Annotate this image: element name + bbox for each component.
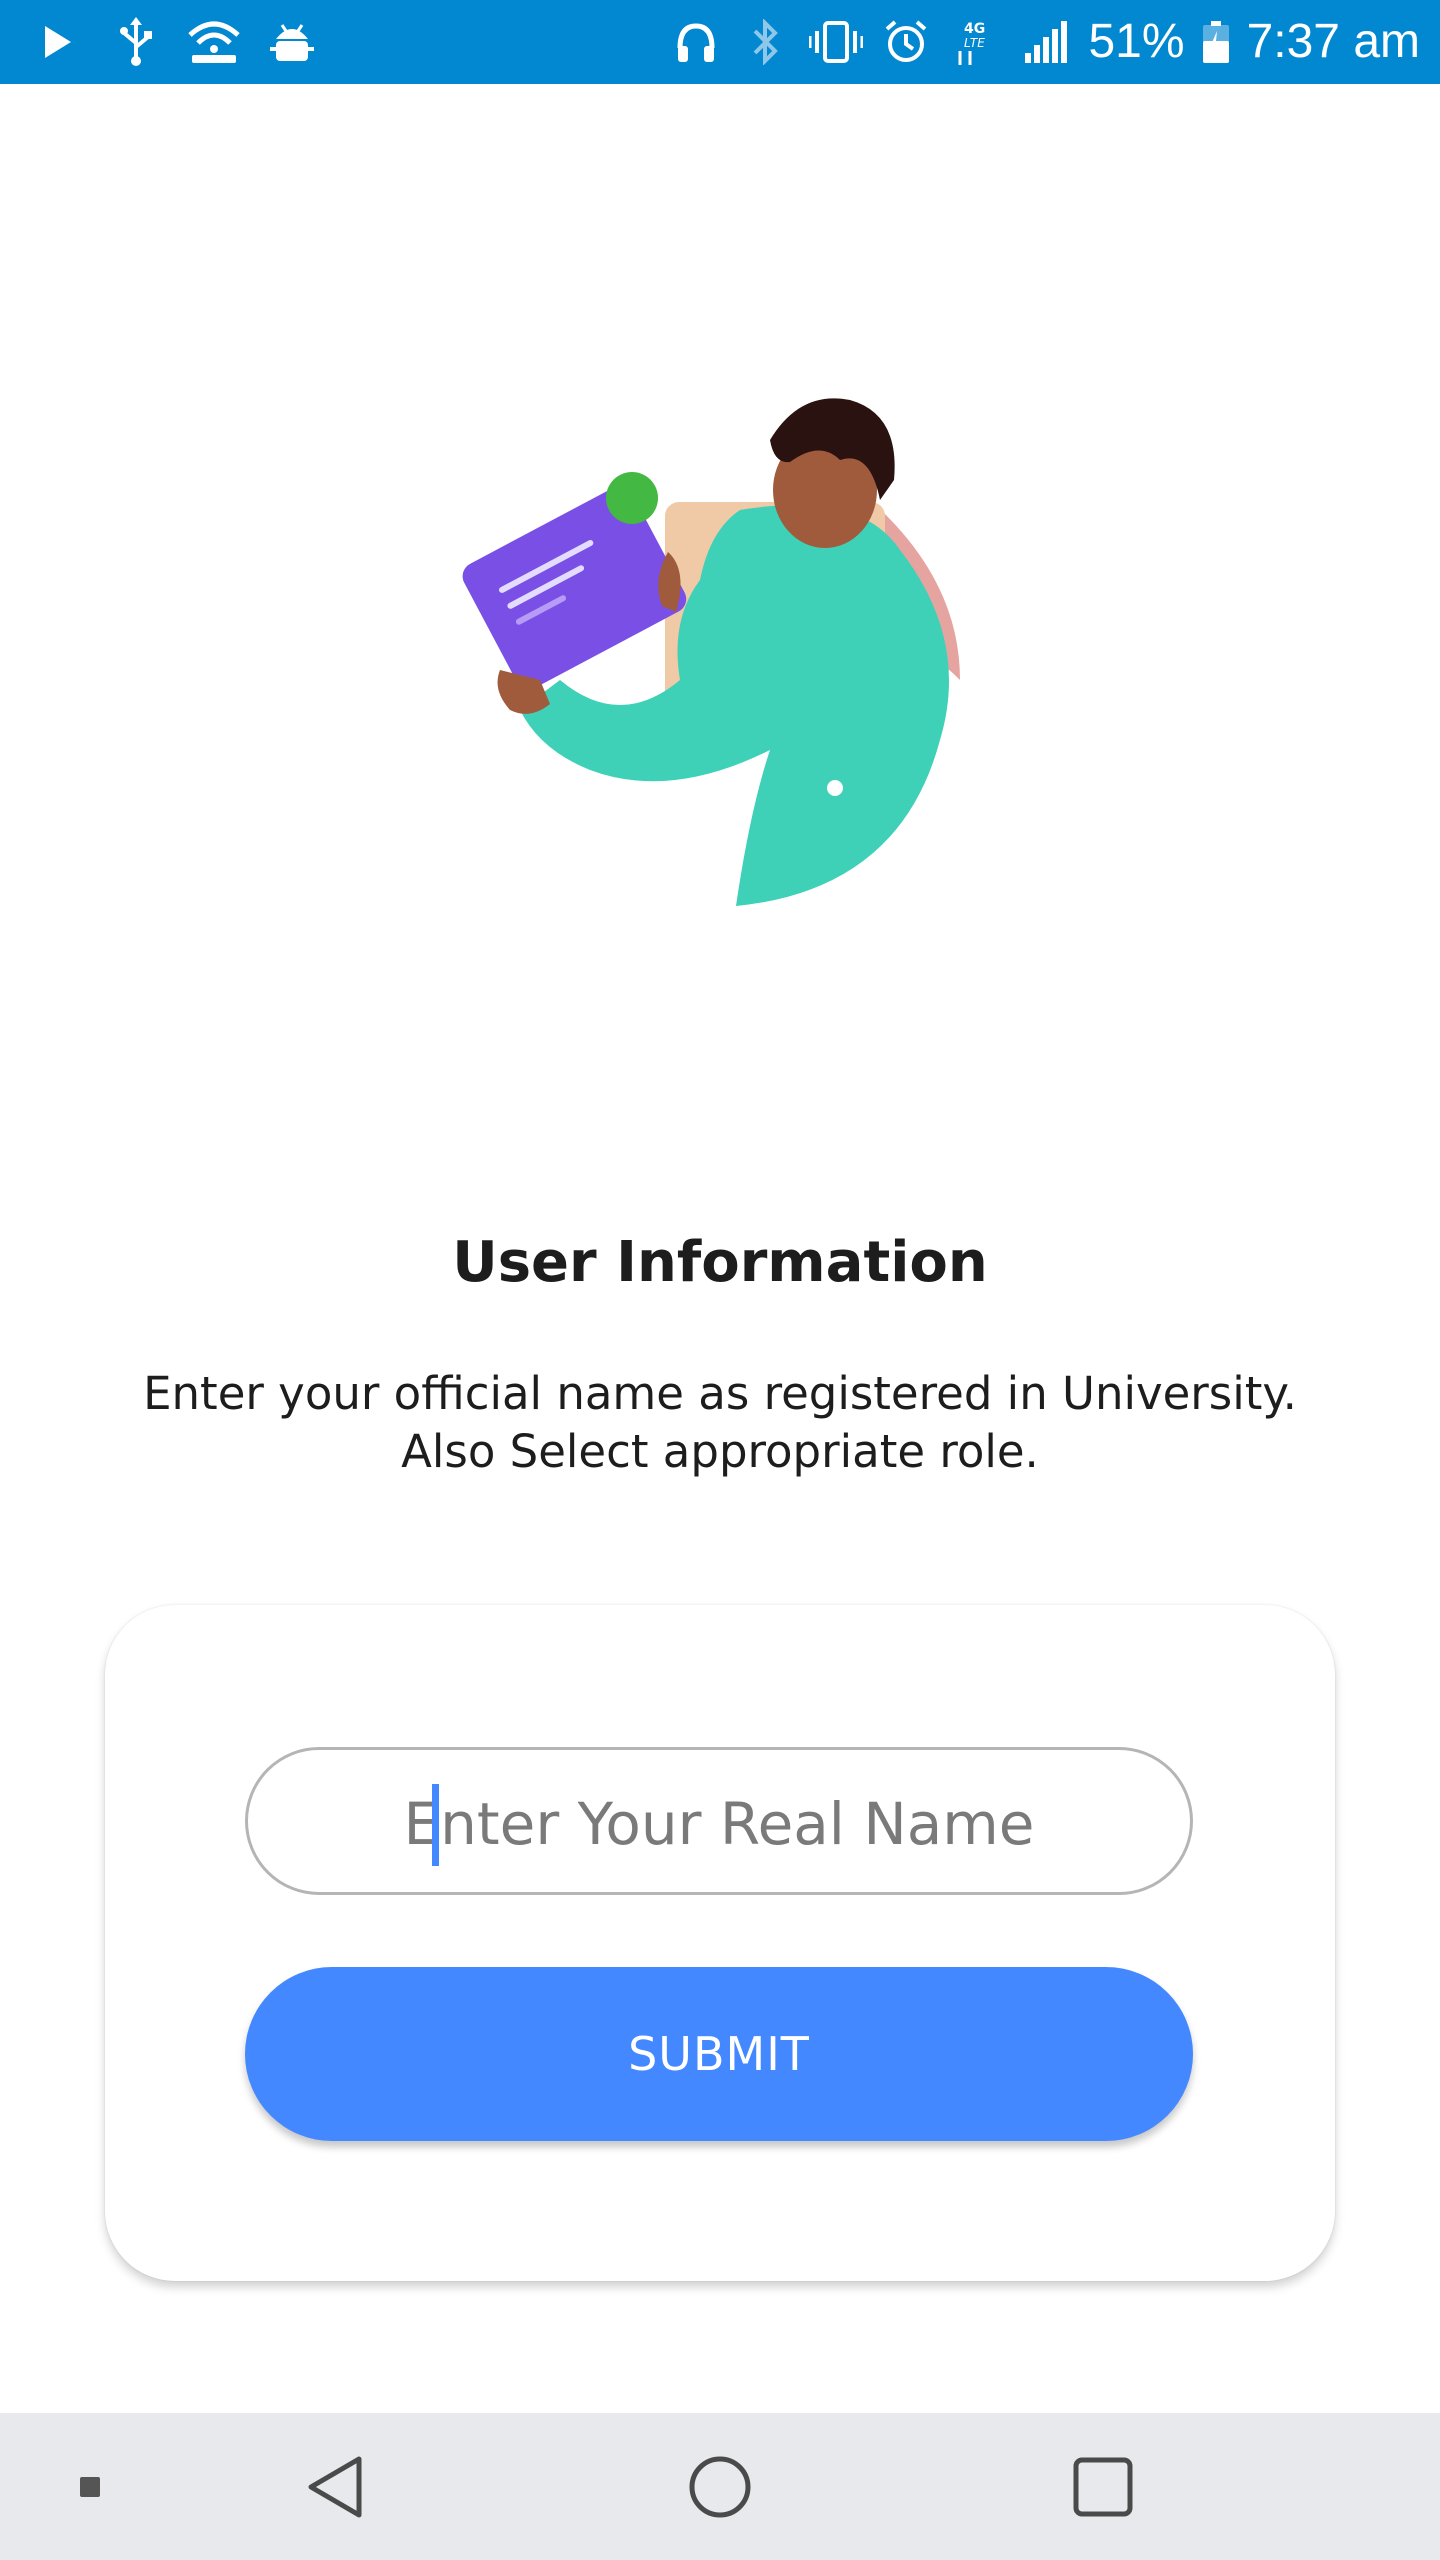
home-icon[interactable]: [675, 2413, 765, 2560]
user-info-card: Enter Your Real Name SUBMIT: [105, 1605, 1335, 2281]
submit-button[interactable]: SUBMIT: [245, 1967, 1193, 2141]
illustration-notification-dot: [606, 472, 658, 524]
page-subtitle: Enter your official name as registered i…: [140, 1365, 1300, 1481]
illustration-tablet: [462, 486, 687, 690]
status-bar: 4G LTE 51% 7:37 am: [0, 0, 1440, 84]
overview-icon[interactable]: [1058, 2413, 1148, 2560]
signal-icon: [1018, 12, 1074, 72]
alarm-icon: [878, 12, 934, 72]
svg-text:LTE: LTE: [964, 36, 985, 50]
page-title: User Information: [452, 1230, 988, 1295]
wifi-hotspot-icon: [186, 12, 242, 72]
illustration-button: [827, 780, 843, 796]
4g-lte-icon: 4G LTE: [948, 12, 1004, 72]
bluetooth-icon: [738, 12, 794, 72]
subtitle-line-1: Enter your official name as registered i…: [143, 1367, 1297, 1420]
name-input-placeholder: Enter Your Real Name: [403, 1790, 1035, 1858]
subtitle-line-2: Also Select appropriate role.: [401, 1425, 1039, 1478]
vibrate-icon: [808, 12, 864, 72]
svg-text:4G: 4G: [964, 21, 985, 37]
recents-dot-icon[interactable]: [60, 2413, 120, 2560]
battery-percent: 51%: [1088, 15, 1185, 68]
name-input[interactable]: Enter Your Real Name: [245, 1747, 1193, 1895]
text-cursor: [432, 1784, 439, 1866]
headphones-icon: [668, 12, 724, 72]
user-illustration: [462, 398, 960, 906]
battery-icon: [1199, 12, 1233, 72]
back-icon[interactable]: [290, 2413, 380, 2560]
navigation-bar: [0, 2413, 1440, 2560]
clock: 7:37 am: [1246, 15, 1420, 68]
usb-icon: [108, 12, 164, 72]
android-debug-icon: [264, 12, 320, 72]
play-icon: [30, 12, 86, 72]
